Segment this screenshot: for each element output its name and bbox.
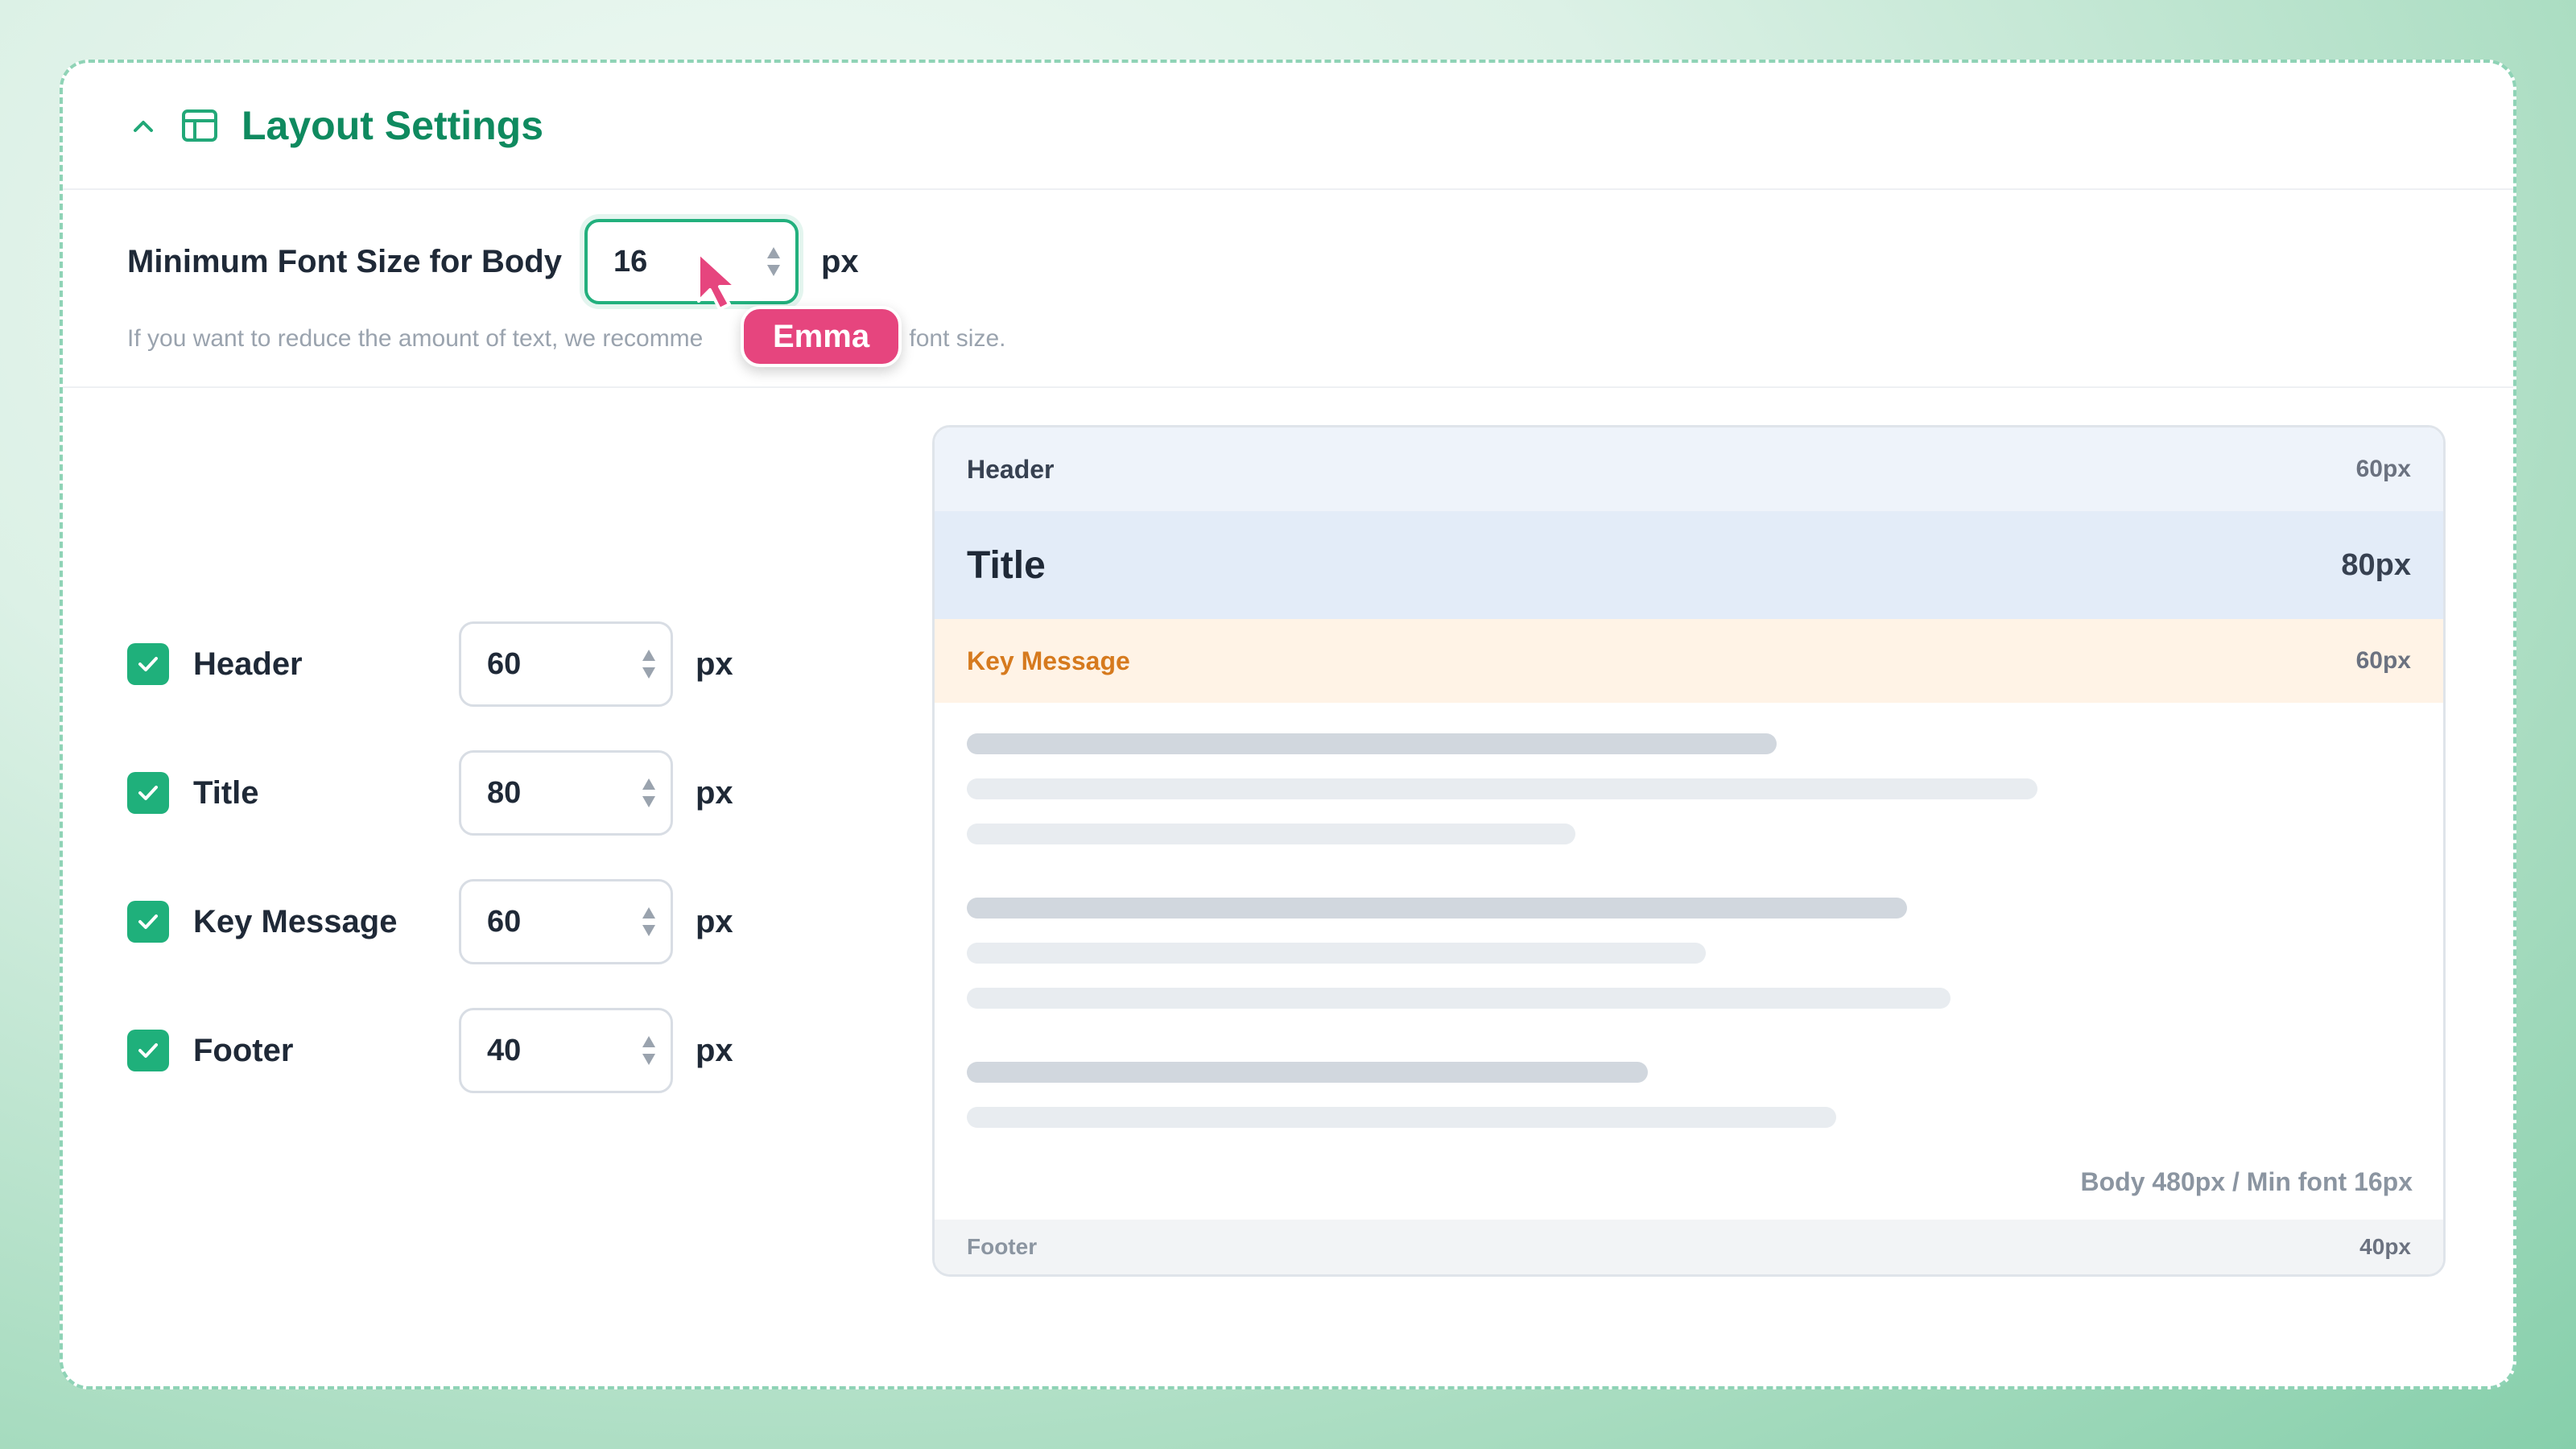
- section-row-header: Header 60 px: [127, 621, 852, 707]
- placeholder-line: [967, 778, 2037, 799]
- key-message-label: Key Message: [193, 903, 398, 939]
- layout-icon: [180, 106, 219, 145]
- placeholder-line: [967, 733, 1777, 754]
- stepper-arrows-icon[interactable]: [640, 904, 658, 939]
- placeholder-line: [967, 1062, 1648, 1083]
- preview-body-note: Body 480px / Min font 16px: [2080, 1167, 2413, 1196]
- mouse-pointer-icon: [697, 251, 737, 311]
- min-font-section: Minimum Font Size for Body 16 px If you …: [63, 190, 2513, 388]
- panel-header[interactable]: Layout Settings: [63, 63, 2513, 190]
- key-message-checkbox[interactable]: [127, 901, 169, 943]
- stepper-arrows-icon[interactable]: [640, 1033, 658, 1068]
- min-font-value: 16: [613, 244, 648, 279]
- collaborator-name-tag: Emma: [741, 306, 902, 367]
- min-font-label: Minimum Font Size for Body: [127, 243, 562, 279]
- preview-title: Title 80px: [935, 511, 2443, 619]
- footer-label: Footer: [193, 1032, 294, 1068]
- stepper-arrows-icon[interactable]: [765, 244, 782, 279]
- title-checkbox[interactable]: [127, 772, 169, 814]
- footer-checkbox[interactable]: [127, 1030, 169, 1071]
- min-font-unit: px: [820, 243, 859, 279]
- check-icon: [138, 914, 158, 929]
- chevron-up-icon[interactable]: [127, 109, 159, 142]
- preview-footer: Footer 40px: [935, 1220, 2443, 1274]
- section-row-key-message: Key Message 60 px: [127, 879, 852, 964]
- layout-settings-panel: Layout Settings Minimum Font Size for Bo…: [60, 60, 2516, 1389]
- check-icon: [138, 657, 158, 671]
- placeholder-line: [967, 824, 1575, 844]
- preview-key-message: Key Message 60px: [935, 619, 2443, 703]
- placeholder-line: [967, 1107, 1836, 1128]
- stepper-arrows-icon[interactable]: [640, 775, 658, 811]
- panel-title: Layout Settings: [242, 103, 544, 148]
- min-font-input[interactable]: 16: [584, 219, 799, 304]
- key-message-size-input[interactable]: 60: [459, 879, 673, 964]
- header-size-input[interactable]: 60: [459, 621, 673, 707]
- section-controls: Header 60 px Title 80 px Key Message 60 …: [127, 621, 852, 1137]
- section-row-title: Title 80 px: [127, 750, 852, 836]
- header-checkbox[interactable]: [127, 643, 169, 685]
- layout-preview: Header 60px Title 80px Key Message 60px …: [932, 425, 2446, 1277]
- placeholder-line: [967, 988, 1951, 1009]
- preview-header: Header 60px: [935, 427, 2443, 511]
- title-size-input[interactable]: 80: [459, 750, 673, 836]
- footer-size-input[interactable]: 40: [459, 1008, 673, 1093]
- header-label: Header: [193, 646, 303, 682]
- section-row-footer: Footer 40 px: [127, 1008, 852, 1093]
- placeholder-line: [967, 898, 1907, 919]
- stepper-arrows-icon[interactable]: [640, 646, 658, 682]
- check-icon: [138, 1043, 158, 1058]
- check-icon: [138, 786, 158, 800]
- title-label: Title: [193, 774, 259, 811]
- placeholder-line: [967, 943, 1706, 964]
- preview-body-placeholder: [967, 733, 2416, 1152]
